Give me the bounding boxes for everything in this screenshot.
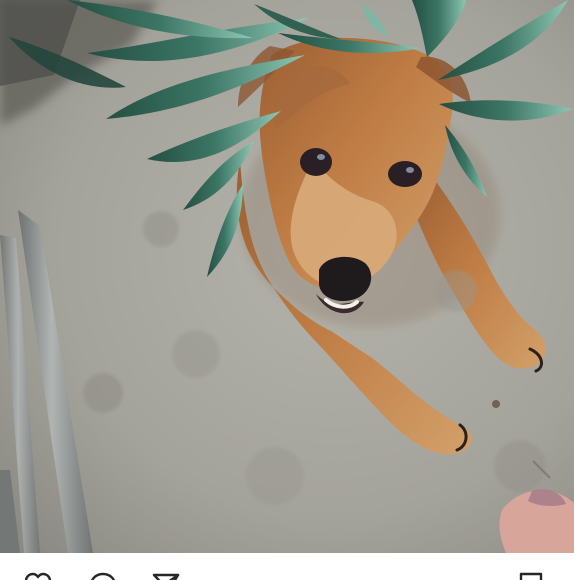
bookmark-icon[interactable] <box>516 571 546 580</box>
comment-bubble-icon[interactable] <box>88 571 118 580</box>
post-action-bar <box>0 553 574 580</box>
post-photo[interactable] <box>0 0 574 553</box>
instagram-post-screen <box>0 0 574 580</box>
dog-eye-left <box>300 148 332 176</box>
heart-icon[interactable] <box>23 571 53 580</box>
send-icon[interactable] <box>151 571 181 580</box>
dog-eye-right-highlight <box>406 167 414 173</box>
dog-eye-left-highlight <box>317 154 325 160</box>
post-photo-illustration <box>0 0 574 553</box>
dog-eye-right <box>388 161 422 187</box>
small-debris <box>492 400 500 408</box>
